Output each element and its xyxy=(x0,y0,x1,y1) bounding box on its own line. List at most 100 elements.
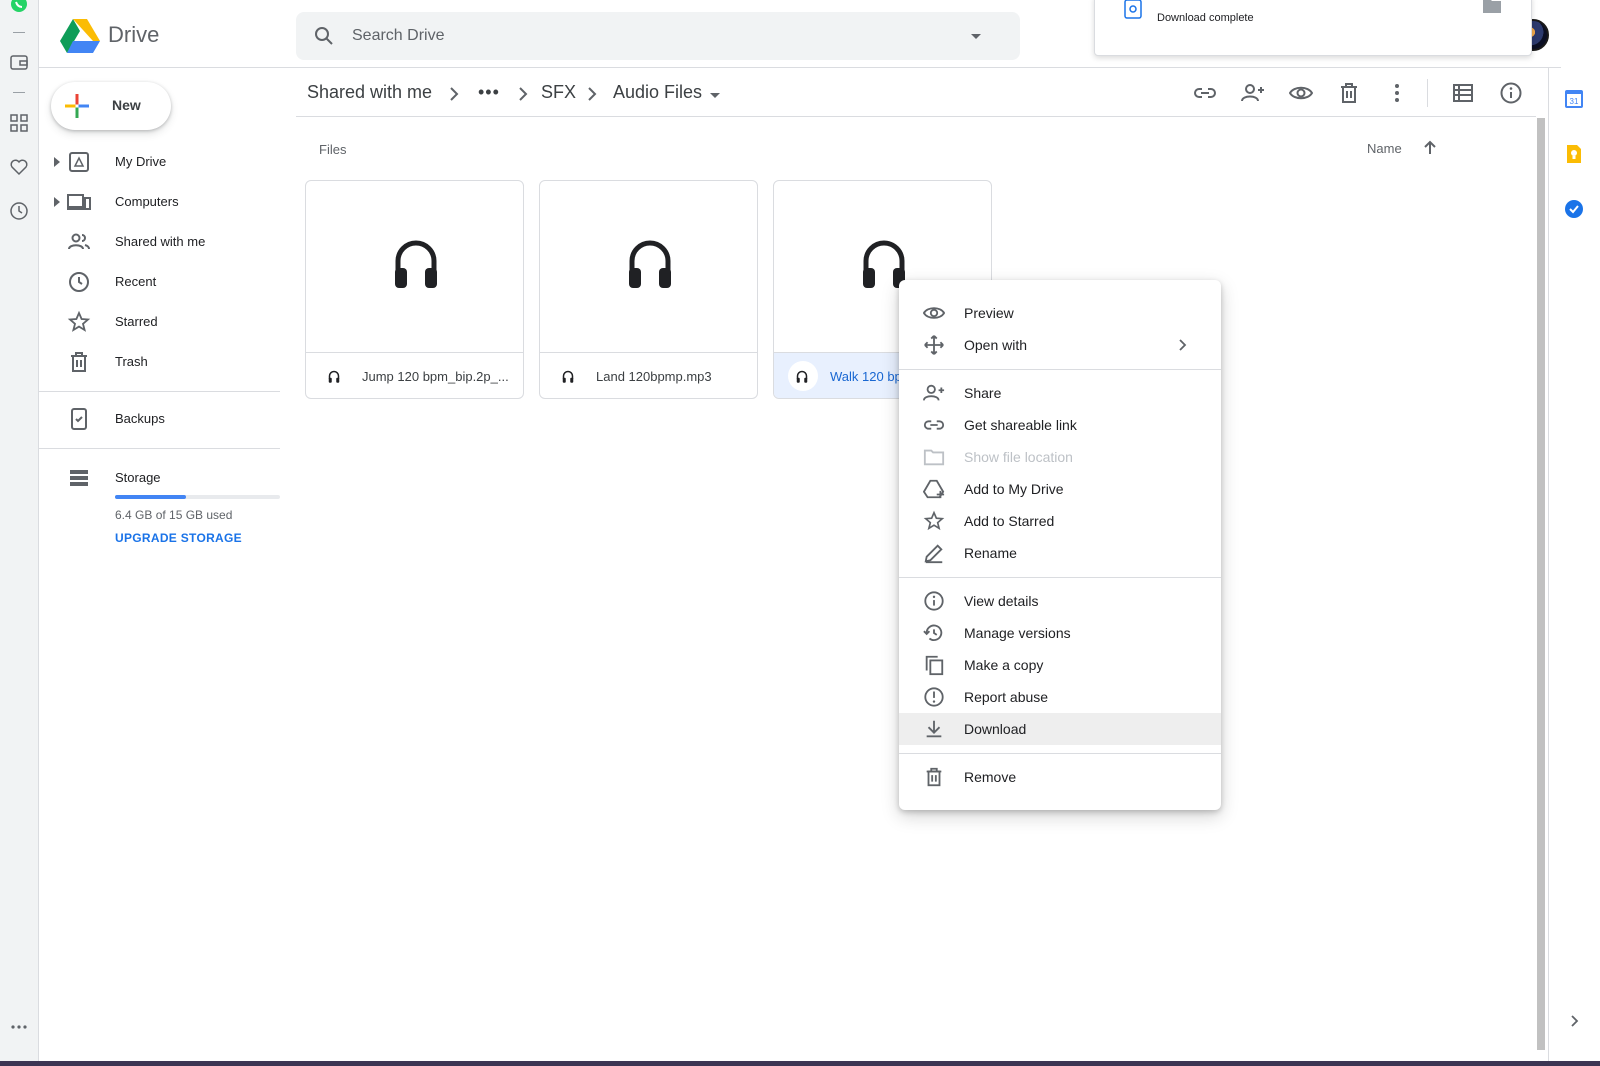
sidebar-item-label: Backups xyxy=(115,411,165,426)
new-button[interactable]: New xyxy=(51,82,171,130)
keep-icon[interactable] xyxy=(1564,144,1584,164)
plus-icon xyxy=(65,94,89,118)
menu-item-open-with[interactable]: Open with xyxy=(899,329,1221,361)
breadcrumb-more[interactable]: ••• xyxy=(478,82,500,103)
storage-icon xyxy=(70,470,88,486)
more-horizontal-icon[interactable] xyxy=(9,1017,29,1037)
menu-item-download[interactable]: Download xyxy=(899,713,1221,745)
sidebar-item-storage[interactable]: Storage xyxy=(39,458,279,498)
audio-file-icon xyxy=(1124,0,1142,19)
menu-item-manage-versions[interactable]: Manage versions xyxy=(899,617,1221,649)
menu-item-label: Share xyxy=(964,385,1002,401)
brand-name[interactable]: Drive xyxy=(108,22,159,48)
breadcrumb-sfx[interactable]: SFX xyxy=(541,82,576,103)
sidebar-item-recent[interactable]: Recent xyxy=(39,262,279,302)
star-icon xyxy=(923,510,945,531)
headphones-icon xyxy=(395,240,437,288)
breadcrumb-current-folder[interactable]: Audio Files xyxy=(613,82,702,103)
file-card[interactable]: Jump 120 bpm_bip.2p_... xyxy=(305,180,524,399)
folder-icon[interactable] xyxy=(1483,0,1501,13)
menu-item-make-a-copy[interactable]: Make a copy xyxy=(899,649,1221,681)
sidebar-item-backups[interactable]: Backups xyxy=(39,399,279,439)
info-icon[interactable] xyxy=(1499,81,1523,105)
shared-icon xyxy=(68,233,90,250)
storage-progress-fill xyxy=(115,495,186,499)
history-clock-icon[interactable] xyxy=(9,201,29,221)
menu-item-rename[interactable]: Rename xyxy=(899,537,1221,569)
menu-item-view-details[interactable]: View details xyxy=(899,585,1221,617)
browser-sidebar xyxy=(0,0,39,1066)
sidebar-item-trash[interactable]: Trash xyxy=(39,342,279,382)
person-add-icon xyxy=(923,384,945,401)
files-section-label: Files xyxy=(319,142,347,157)
search-bar[interactable] xyxy=(296,12,1020,60)
grid-icon[interactable] xyxy=(9,113,29,133)
menu-item-label: Add to Starred xyxy=(964,513,1055,529)
storage-used-text: 6.4 GB of 15 GB used xyxy=(115,508,233,522)
calendar-icon[interactable]: 31 xyxy=(1564,89,1584,109)
menu-item-report-abuse[interactable]: Report abuse xyxy=(899,681,1221,713)
sidebar-item-my-drive[interactable]: My Drive xyxy=(39,142,279,182)
folder-icon xyxy=(923,449,945,466)
context-menu: Preview Open with Share Get shareable li… xyxy=(899,280,1221,810)
file-name: Jump 120 bpm_bip.2p_... xyxy=(362,369,509,384)
backups-icon xyxy=(71,408,87,430)
scrollbar[interactable] xyxy=(1537,118,1545,1050)
menu-item-share[interactable]: Share xyxy=(899,377,1221,409)
file-card[interactable]: Land 120bpmp.mp3 xyxy=(539,180,758,399)
sidebar-item-computers[interactable]: Computers xyxy=(39,182,279,222)
menu-item-label: Manage versions xyxy=(964,625,1071,641)
sidebar-item-label: Shared with me xyxy=(115,234,206,249)
link-icon xyxy=(923,420,945,430)
sort-ascending-icon[interactable] xyxy=(1420,138,1440,158)
download-status: Download complete xyxy=(1157,12,1254,24)
menu-item-remove[interactable]: Remove xyxy=(899,761,1221,793)
menu-item-add-to-my-drive[interactable]: Add to My Drive xyxy=(899,473,1221,505)
search-icon[interactable] xyxy=(312,24,336,48)
clock-icon xyxy=(69,272,89,292)
more-vertical-icon[interactable] xyxy=(1385,81,1409,105)
tasks-icon[interactable] xyxy=(1564,199,1584,219)
headphones-icon xyxy=(629,240,671,288)
menu-item-label: Report abuse xyxy=(964,689,1049,705)
heart-icon[interactable] xyxy=(9,157,29,177)
list-view-icon[interactable] xyxy=(1451,81,1475,105)
rail-divider xyxy=(13,32,25,33)
link-icon[interactable] xyxy=(1193,81,1217,105)
menu-item-add-to-starred[interactable]: Add to Starred xyxy=(899,505,1221,537)
menu-item-label: Preview xyxy=(964,305,1014,321)
breadcrumb-shared-with-me[interactable]: Shared with me xyxy=(307,82,432,103)
menu-item-show-file-location: Show file location xyxy=(899,441,1221,473)
whatsapp-icon[interactable] xyxy=(9,0,29,14)
chevron-right-icon[interactable] xyxy=(1567,1014,1581,1028)
folder-dropdown-icon[interactable] xyxy=(705,85,725,105)
menu-item-get-link[interactable]: Get shareable link xyxy=(899,409,1221,441)
sidebar-item-starred[interactable]: Starred xyxy=(39,302,279,342)
expand-arrow-icon[interactable] xyxy=(53,157,61,167)
wallet-icon[interactable] xyxy=(9,52,29,72)
trash-icon[interactable] xyxy=(1337,81,1361,105)
chevron-right-icon xyxy=(450,87,459,101)
audio-file-type-icon xyxy=(328,370,340,383)
sidebar-divider xyxy=(39,391,280,392)
star-icon xyxy=(67,310,91,332)
side-panel: 31 xyxy=(1548,68,1600,1061)
menu-item-label: View details xyxy=(964,593,1039,609)
menu-item-label: Download xyxy=(964,721,1027,737)
expand-arrow-icon[interactable] xyxy=(53,197,61,207)
sort-by-name[interactable]: Name xyxy=(1367,141,1402,156)
eye-icon[interactable] xyxy=(1289,81,1313,105)
sidebar-item-label: Starred xyxy=(115,314,158,329)
sidebar-item-label: Computers xyxy=(115,194,179,209)
upgrade-storage-link[interactable]: UPGRADE STORAGE xyxy=(115,531,242,545)
menu-item-label: Rename xyxy=(964,545,1017,561)
menu-item-label: Add to My Drive xyxy=(964,481,1064,497)
share-person-add-icon[interactable] xyxy=(1241,81,1265,105)
sidebar-item-shared-with-me[interactable]: Shared with me xyxy=(39,222,279,262)
search-input[interactable] xyxy=(352,22,952,50)
menu-divider xyxy=(899,753,1221,754)
search-options-icon[interactable] xyxy=(966,26,986,46)
drive-logo-icon[interactable] xyxy=(60,17,100,53)
menu-item-preview[interactable]: Preview xyxy=(899,297,1221,329)
toolbar-divider xyxy=(1427,79,1428,107)
